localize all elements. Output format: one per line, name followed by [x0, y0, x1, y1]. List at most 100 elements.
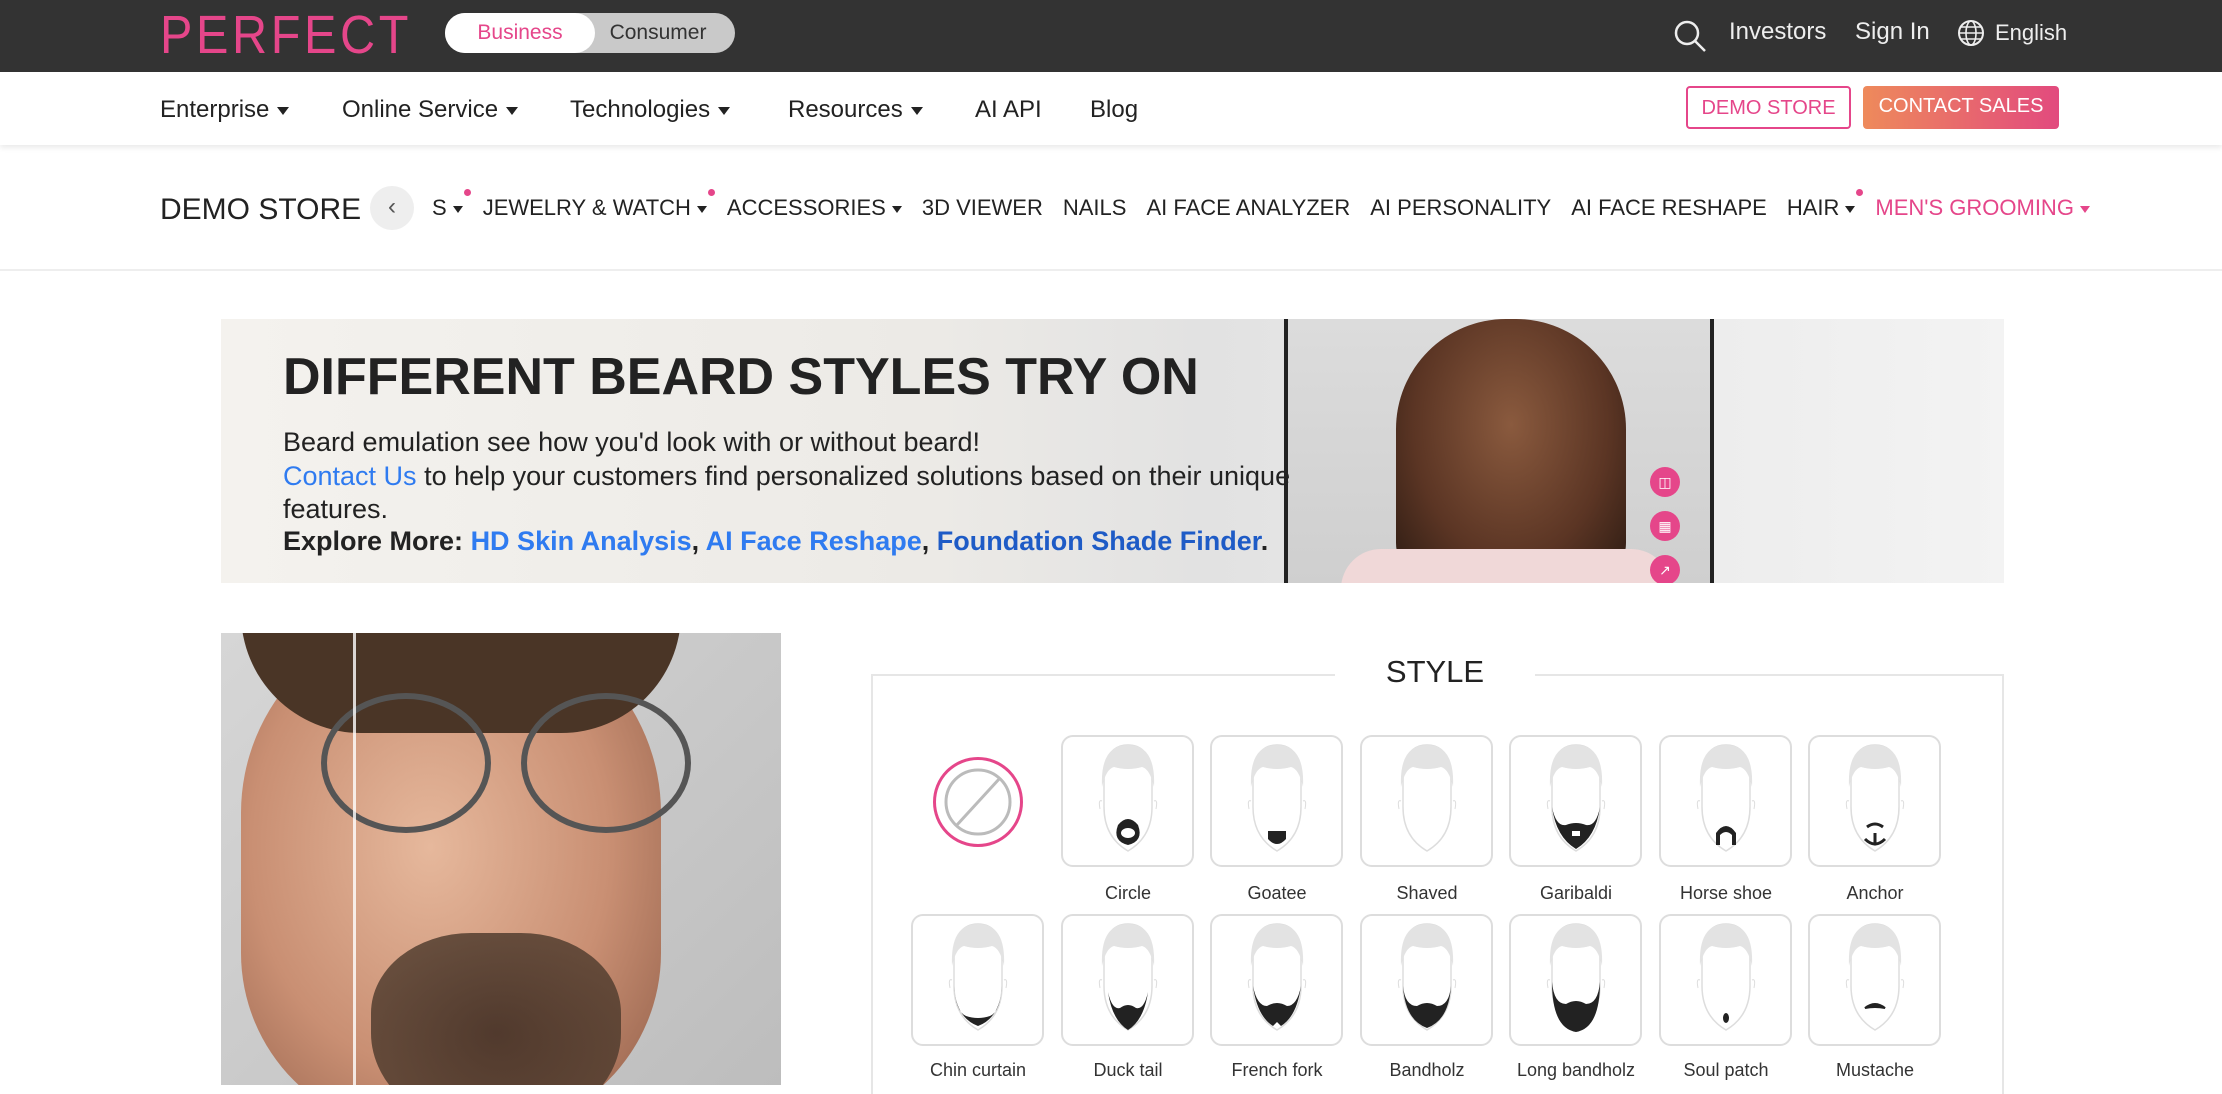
banner-line-1: Beard emulation see how you'd look with …: [283, 427, 981, 457]
caret-down-icon: [506, 106, 519, 115]
store-category-nails[interactable]: NAILS: [1063, 195, 1127, 221]
period: .: [1260, 526, 1269, 556]
nav-label: Resources: [788, 96, 903, 123]
style-option-label: Mustache: [1835, 1060, 1915, 1080]
style-option-mustache[interactable]: [1808, 914, 1941, 1046]
hd-skin-analysis-link[interactable]: HD Skin Analysis: [471, 526, 692, 556]
style-option-label: Soul patch: [1683, 1060, 1769, 1080]
search-icon[interactable]: [1672, 18, 1708, 54]
glasses-left: [321, 693, 491, 833]
style-option-longbandholz[interactable]: [1509, 914, 1642, 1046]
sign-in-link[interactable]: Sign In: [1855, 18, 1930, 46]
store-category-accessories[interactable]: ACCESSORIES: [727, 195, 902, 221]
banner-title: DIFFERENT BEARD STYLES TRY ON: [283, 348, 1199, 406]
style-option-anchor[interactable]: [1808, 735, 1941, 867]
new-badge-dot: [463, 189, 471, 196]
investors-link[interactable]: Investors: [1729, 18, 1826, 46]
category-label: AI FACE RESHAPE: [1571, 195, 1767, 220]
toggle-consumer[interactable]: Consumer: [595, 13, 715, 53]
logo[interactable]: PERFECT: [160, 4, 412, 66]
compare-slider-line[interactable]: [353, 633, 356, 1085]
beard-shaved-icon: [1397, 744, 1456, 852]
style-option-label: Shaved: [1396, 883, 1458, 903]
banner-text: to help your customers find personalized…: [416, 461, 1291, 491]
separator: ,: [691, 526, 706, 556]
ai-face-reshape-link[interactable]: AI Face Reshape: [706, 526, 922, 556]
style-option-chincurtain[interactable]: [911, 914, 1044, 1046]
style-option-label: Circle: [1104, 883, 1151, 903]
banner-explore: Explore More: HD Skin Analysis, AI Face …: [283, 526, 1268, 557]
top-bar: PERFECT Business Consumer Investors Sign…: [0, 0, 2222, 72]
category-label: S: [432, 195, 447, 220]
store-category-men-s-grooming[interactable]: MEN'S GROOMING: [1875, 195, 2090, 221]
banner-line-3: features.: [283, 494, 389, 524]
nav-blog[interactable]: Blog: [1090, 96, 1138, 124]
main-nav: Enterprise Online Service Technologies R…: [0, 72, 2222, 145]
hero-banner: ◫ ▦ ↗ DIFFERENT BEARD STYLES TRY ON Bear…: [221, 319, 2004, 583]
store-category-ai-face-analyzer[interactable]: AI FACE ANALYZER: [1146, 195, 1350, 221]
style-option-shaved[interactable]: [1360, 735, 1493, 867]
style-option-label: Goatee: [1247, 883, 1307, 903]
beard-chincurtain-icon: [948, 923, 1007, 1031]
contact-sales-button[interactable]: CONTACT SALES: [1863, 86, 2059, 129]
scroll-left-button[interactable]: ‹: [370, 186, 414, 230]
caret-down-icon: [1845, 205, 1856, 213]
banner-line-2: Contact Us to help your customers find p…: [283, 461, 1290, 492]
language-selector[interactable]: English: [1995, 20, 2067, 46]
category-label: AI FACE ANALYZER: [1146, 195, 1351, 220]
category-label: AI PERSONALITY: [1370, 195, 1552, 220]
store-category-s[interactable]: S: [432, 189, 471, 221]
beard-mustache-icon: [1845, 923, 1904, 1031]
nav-enterprise[interactable]: Enterprise: [160, 96, 290, 124]
model-beard: [371, 933, 621, 1085]
demo-store-title: DEMO STORE: [160, 193, 362, 226]
no-beard-option[interactable]: [933, 757, 1023, 847]
category-label: ACCESSORIES: [726, 195, 886, 220]
compare-icon[interactable]: ◫: [1650, 467, 1680, 497]
style-option-label: Long bandholz: [1516, 1060, 1636, 1080]
nav-label: Enterprise: [160, 96, 270, 123]
nav-label: Technologies: [570, 96, 711, 123]
store-category-jewelry-watch[interactable]: JEWELRY & WATCH: [483, 189, 715, 221]
model-preview-photo[interactable]: [221, 633, 781, 1085]
beard-goatee-icon: [1247, 744, 1306, 852]
style-option-horseshoe[interactable]: [1659, 735, 1792, 867]
nav-technologies[interactable]: Technologies: [570, 96, 731, 124]
caret-down-icon: [718, 106, 731, 115]
style-option-label: Horse shoe: [1679, 883, 1773, 903]
store-category-ai-face-reshape[interactable]: AI FACE RESHAPE: [1571, 195, 1767, 221]
beard-longbandholz-icon: [1546, 923, 1605, 1032]
style-option-circle[interactable]: [1061, 735, 1194, 867]
nav-resources[interactable]: Resources: [788, 96, 923, 124]
contact-us-link[interactable]: Contact Us: [283, 461, 417, 491]
separator: ,: [921, 526, 937, 556]
style-option-label: Garibaldi: [1539, 883, 1613, 903]
demo-store-bar: DEMO STORE ‹ S JEWELRY & WATCH ACCESSORIES…: [0, 145, 2222, 271]
style-option-label: Anchor: [1846, 883, 1904, 903]
style-option-goatee[interactable]: [1210, 735, 1343, 867]
nav-online-service[interactable]: Online Service: [342, 96, 519, 124]
new-badge-dot: [707, 189, 715, 196]
layout-icon[interactable]: ▦: [1650, 511, 1680, 541]
style-option-garibaldi[interactable]: [1509, 735, 1642, 867]
style-option-label: French fork: [1231, 1060, 1323, 1080]
demo-store-button[interactable]: DEMO STORE: [1686, 86, 1851, 129]
store-category-3d-viewer[interactable]: 3D VIEWER: [922, 195, 1043, 221]
globe-icon[interactable]: [1957, 19, 1985, 47]
store-category-hair[interactable]: HAIR: [1787, 189, 1864, 221]
foundation-shade-finder-link[interactable]: Foundation Shade Finder: [937, 526, 1261, 556]
beard-ducktail-icon: [1098, 923, 1157, 1031]
glasses-right: [521, 693, 691, 833]
share-icon[interactable]: ↗: [1650, 555, 1680, 583]
nav-ai-api[interactable]: AI API: [975, 96, 1042, 124]
toggle-business[interactable]: Business: [445, 13, 595, 53]
style-option-bandholz[interactable]: [1360, 914, 1493, 1046]
banner-shirt: [1341, 549, 1671, 583]
caret-down-icon: [452, 205, 463, 213]
style-option-ducktail[interactable]: [1061, 914, 1194, 1046]
beard-bandholz-icon: [1397, 923, 1456, 1031]
business-consumer-toggle[interactable]: Business Consumer: [445, 13, 735, 53]
style-option-soulpatch[interactable]: [1659, 914, 1792, 1046]
style-option-frenchfork[interactable]: [1210, 914, 1343, 1046]
store-category-ai-personality[interactable]: AI PERSONALITY: [1370, 195, 1551, 221]
